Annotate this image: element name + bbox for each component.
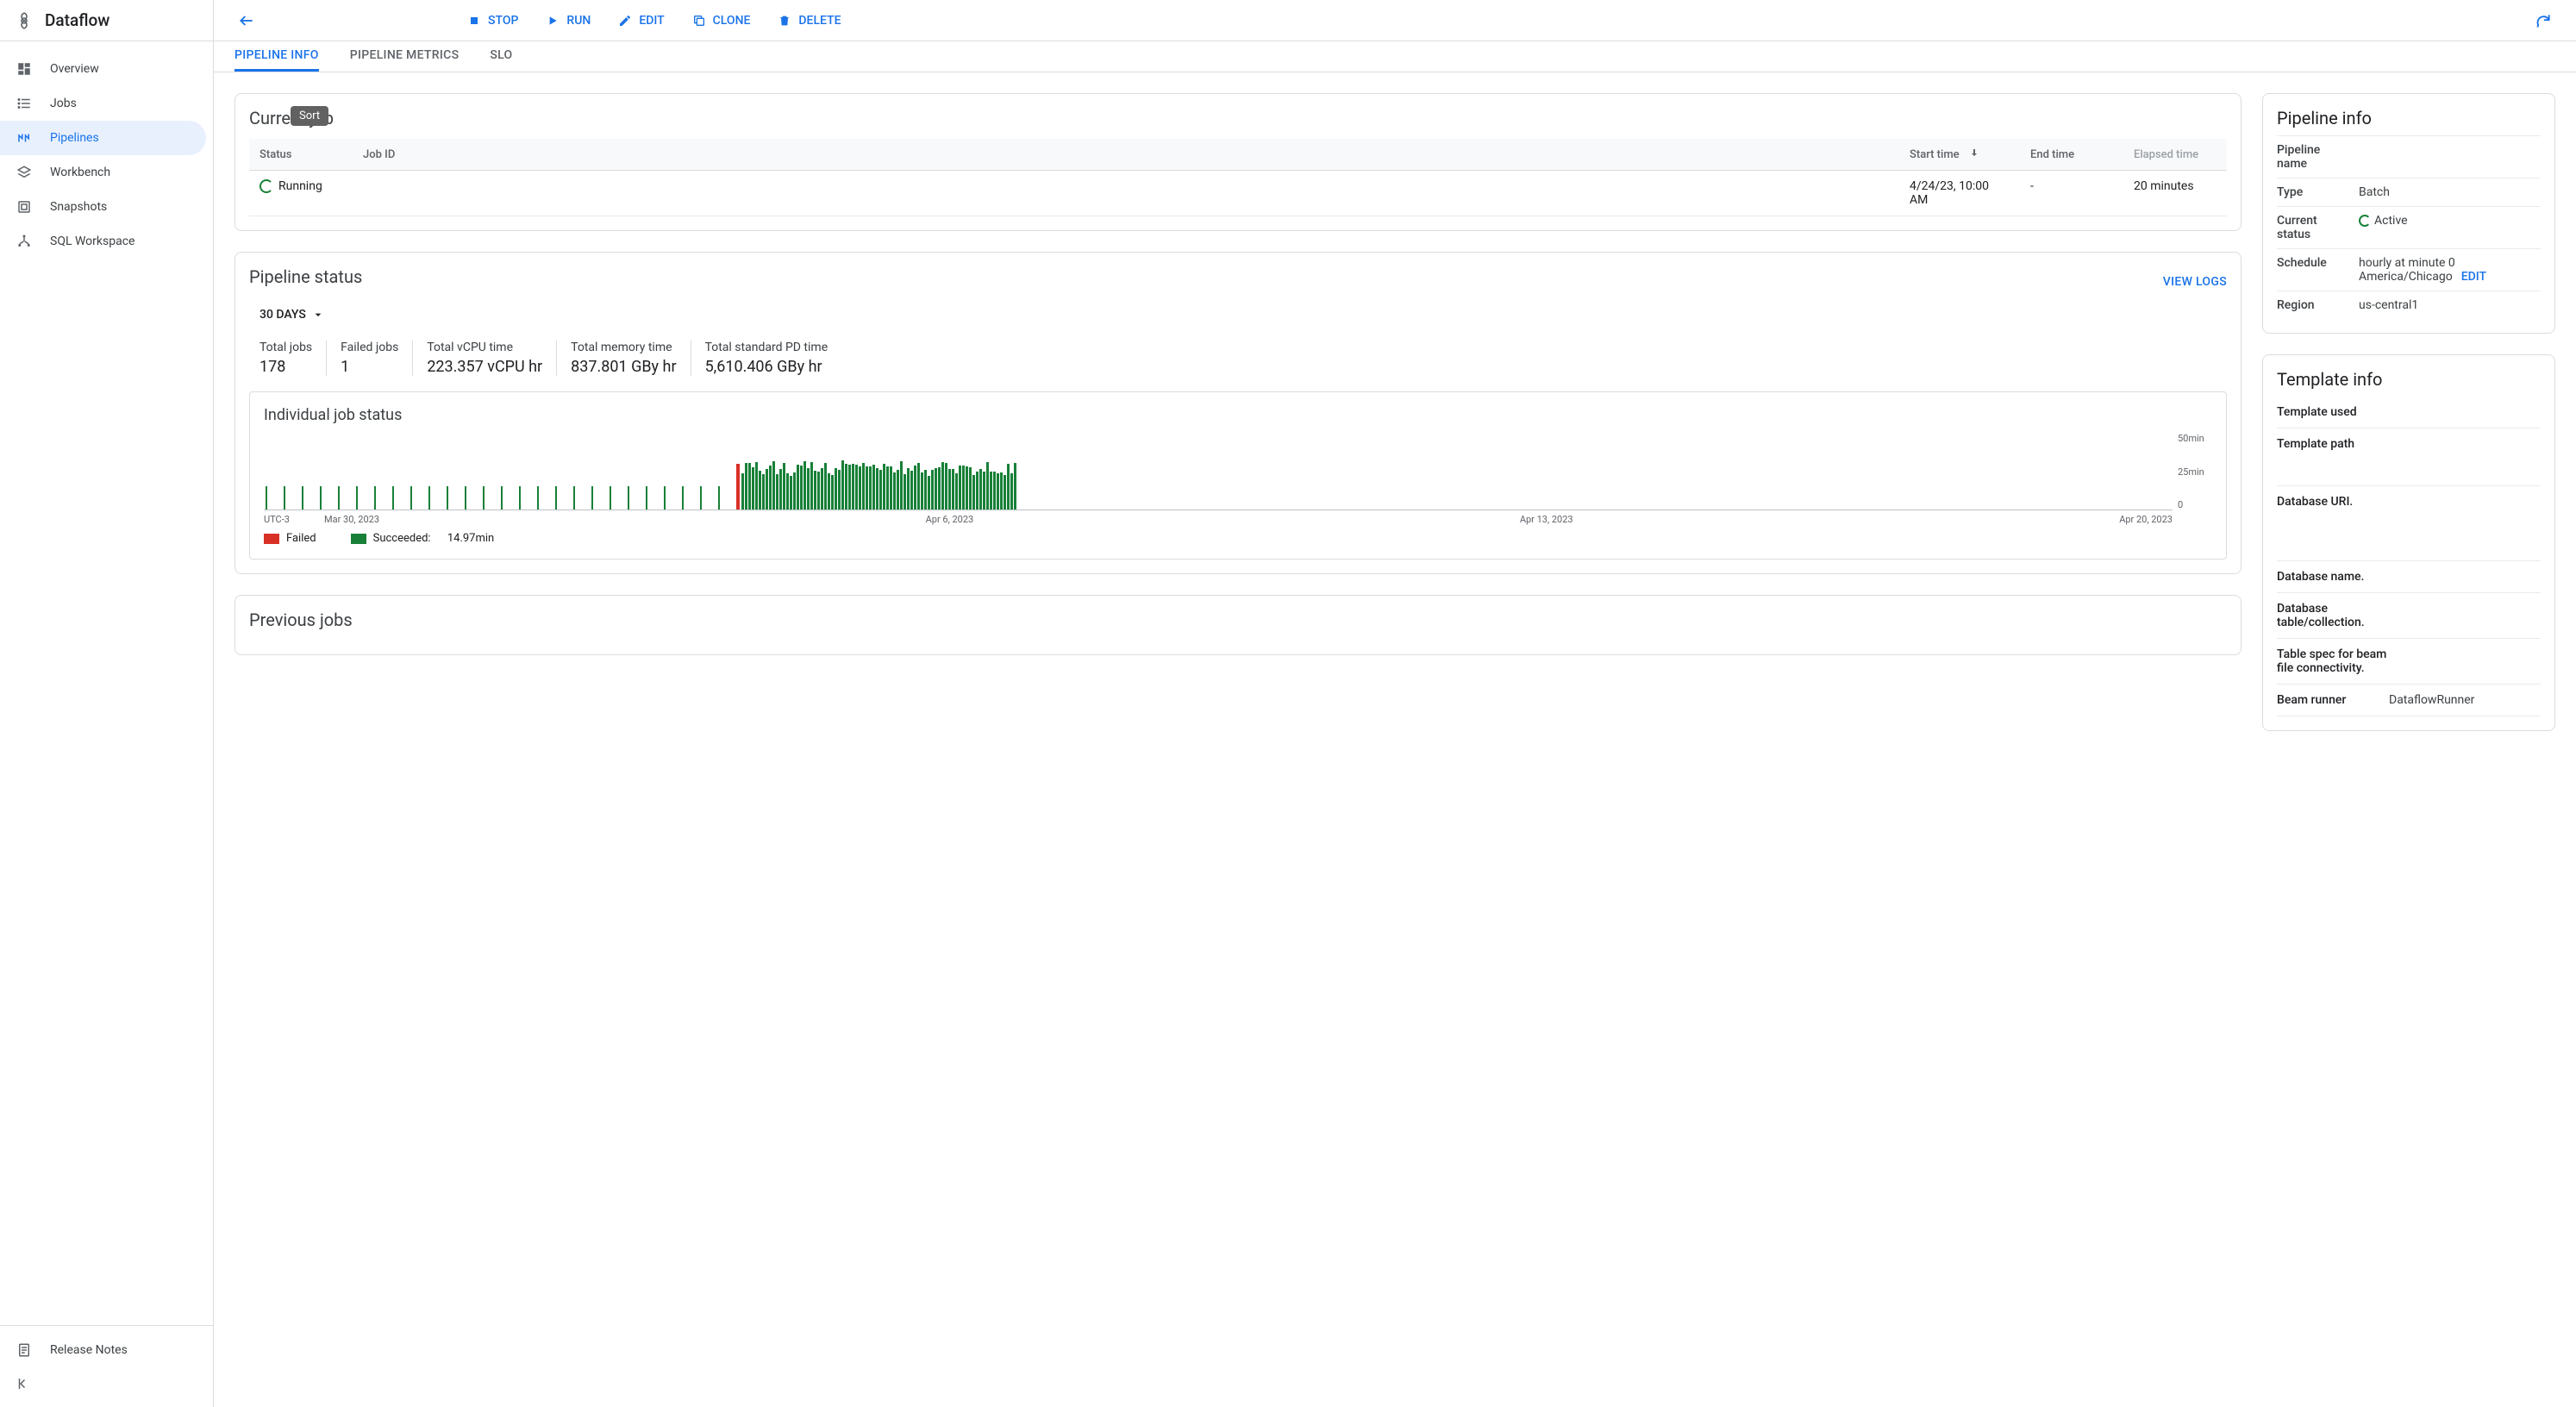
tab-slo[interactable]: SLO — [490, 41, 512, 72]
pipeline-status-card: Pipeline status VIEW LOGS 30 DAYS Total … — [234, 252, 2241, 574]
spinner-icon — [2359, 215, 2371, 227]
arrow-down-icon — [1969, 148, 1979, 161]
nav-label: Pipelines — [50, 131, 99, 145]
chart-legend: Failed Succeeded: 14.97min — [264, 532, 2212, 545]
nav-label: Release Notes — [50, 1343, 128, 1357]
stop-button[interactable]: STOP — [455, 7, 530, 34]
template-info-card: Template info Template used Template pat… — [2262, 354, 2555, 731]
pencil-icon — [618, 14, 632, 28]
tabs: PIPELINE INFO PIPELINE METRICS SLO — [214, 41, 2576, 72]
stop-icon — [467, 14, 481, 28]
nav-snapshots[interactable]: Snapshots — [0, 190, 213, 224]
chevron-left-icon — [16, 1376, 31, 1391]
nav-label: Snapshots — [50, 200, 107, 214]
snapshot-icon — [16, 198, 33, 216]
nav-label: Overview — [50, 62, 99, 76]
edit-button[interactable]: EDIT — [606, 7, 676, 34]
notes-icon — [16, 1341, 33, 1359]
refresh-button[interactable] — [2528, 5, 2559, 36]
list-icon — [16, 95, 33, 112]
play-icon — [546, 14, 560, 28]
tab-pipeline-metrics[interactable]: PIPELINE METRICS — [350, 41, 460, 72]
nav-label: SQL Workspace — [50, 234, 134, 248]
col-jobid[interactable]: Job ID — [353, 139, 1899, 171]
chart-plot — [264, 433, 2173, 510]
nav: Overview Jobs Pipelines Workbench Snapsh… — [0, 41, 213, 1325]
arrow-left-icon — [238, 12, 255, 29]
toolbar: STOP RUN EDIT CLONE DELETE — [214, 0, 2576, 41]
current-job-card: Current job Sort Status Job ID Start tim… — [234, 93, 2241, 231]
previous-jobs-card: Previous jobs — [234, 595, 2241, 655]
run-button[interactable]: RUN — [534, 7, 603, 34]
content: Current job Sort Status Job ID Start tim… — [214, 72, 2576, 1407]
nav-sql-workspace[interactable]: SQL Workspace — [0, 224, 213, 259]
chart-title: Individual job status — [264, 406, 2212, 424]
nav-label: Jobs — [50, 97, 77, 110]
sidebar-footer: Release Notes — [0, 1325, 213, 1407]
chevron-down-icon — [311, 308, 325, 322]
pipelines-icon — [16, 129, 33, 147]
edit-schedule-link[interactable]: EDIT — [2461, 270, 2486, 284]
spinner-icon — [259, 179, 273, 193]
sort-tooltip: Sort — [291, 106, 328, 126]
previous-jobs-title: Previous jobs — [249, 610, 2227, 630]
legend-failed-swatch — [264, 534, 279, 544]
nav-workbench[interactable]: Workbench — [0, 155, 213, 190]
workbench-icon — [16, 164, 33, 181]
product-name: Dataflow — [45, 10, 109, 30]
nav-jobs[interactable]: Jobs — [0, 86, 213, 121]
table-row: Running 4/24/23, 10:00 AM - 20 minutes — [249, 171, 2227, 216]
col-elapsed[interactable]: Elapsed time — [2123, 139, 2227, 171]
main: STOP RUN EDIT CLONE DELETE — [214, 0, 2576, 1407]
pipeline-status-title: Pipeline status — [249, 266, 362, 287]
back-button[interactable] — [231, 5, 262, 36]
col-status[interactable]: Status — [249, 139, 353, 171]
product-header: Dataflow — [0, 0, 213, 41]
nav-pipelines[interactable]: Pipelines — [0, 121, 206, 155]
legend-succeeded-swatch — [351, 534, 366, 544]
dashboard-icon — [16, 60, 33, 78]
delete-button[interactable]: DELETE — [766, 7, 853, 34]
view-logs-link[interactable]: VIEW LOGS — [2163, 275, 2227, 289]
nav-overview[interactable]: Overview — [0, 52, 213, 86]
nav-label: Workbench — [50, 166, 110, 179]
status-cell: Running — [259, 179, 342, 193]
template-info-title: Template info — [2277, 369, 2541, 390]
clone-icon — [692, 14, 706, 28]
refresh-icon — [2535, 12, 2552, 29]
sidebar: Dataflow Overview Jobs Pipelines Workben… — [0, 0, 214, 1407]
current-job-table: Status Job ID Start time End time Elapse… — [249, 139, 2227, 216]
trash-icon — [778, 14, 791, 28]
chart-card: Individual job status 50min 25min 0 UTC-… — [249, 391, 2227, 560]
col-start[interactable]: Start time — [1899, 139, 2020, 171]
pipeline-info-title: Pipeline info — [2277, 108, 2541, 128]
dataflow-product-icon — [14, 10, 34, 31]
collapse-sidebar[interactable] — [0, 1367, 213, 1400]
clone-button[interactable]: CLONE — [680, 7, 763, 34]
range-dropdown[interactable]: 30 DAYS — [259, 303, 325, 327]
metrics-row: Total jobs178 Failed jobs1 Total vCPU ti… — [259, 341, 2227, 376]
col-end[interactable]: End time — [2020, 139, 2123, 171]
tab-pipeline-info[interactable]: PIPELINE INFO — [234, 41, 319, 72]
nav-release-notes[interactable]: Release Notes — [0, 1333, 213, 1367]
pipeline-info-card: Pipeline info Pipeline name TypeBatch Cu… — [2262, 93, 2555, 334]
sql-icon — [16, 233, 33, 250]
